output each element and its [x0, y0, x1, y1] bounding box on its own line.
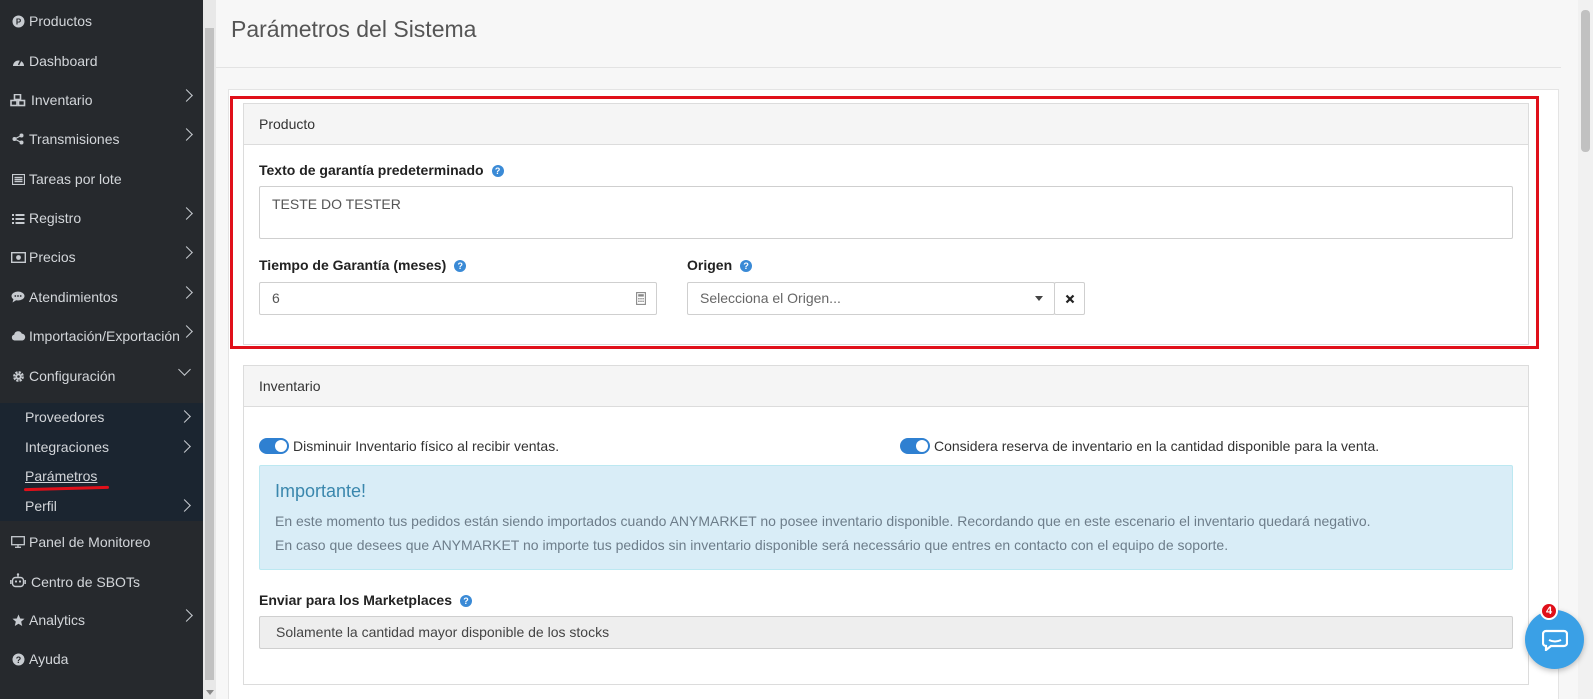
sidebar-item-label: Centro de SBOTs	[31, 574, 140, 590]
sidebar-item-precios[interactable]: Precios	[0, 242, 203, 272]
chevron-right-icon	[180, 89, 193, 102]
red-highlight-annotation	[230, 96, 1539, 349]
sidebar-item-configuracion[interactable]: Configuración	[0, 361, 203, 391]
panel-heading: Inventario	[244, 366, 1528, 407]
submenu-item-integraciones[interactable]: Integraciones	[0, 433, 203, 461]
sidebar: P Productos Dashboard Inventario Transmi…	[0, 0, 203, 699]
sidebar-item-label: Inventario	[31, 92, 93, 108]
money-icon	[10, 251, 26, 263]
toggle-disminuir-inventario[interactable]	[259, 438, 289, 454]
chevron-right-icon	[180, 609, 193, 622]
gear-icon	[10, 370, 26, 383]
sidebar-item-label: Precios	[29, 249, 76, 265]
sidebar-item-label: Productos	[29, 13, 93, 29]
sidebar-item-ayuda[interactable]: ? Ayuda	[0, 644, 203, 674]
sidebar-item-analytics[interactable]: Analytics	[0, 605, 203, 635]
sidebar-item-tareas-por-lote[interactable]: Tareas por lote	[0, 164, 203, 194]
svg-text:?: ?	[15, 655, 21, 665]
star-icon	[10, 614, 26, 627]
toggle-considera-reserva[interactable]	[900, 438, 930, 454]
sidebar-item-label: Tareas por lote	[29, 171, 122, 187]
chevron-right-icon	[178, 440, 191, 453]
alert-text: En caso que desees que ANYMARKET no impo…	[275, 537, 1229, 553]
page-scrollbar[interactable]	[1578, 0, 1593, 699]
sidebar-item-panel-de-monitoreo[interactable]: Panel de Monitoreo	[0, 527, 203, 557]
submenu-item-proveedores[interactable]: Proveedores	[0, 403, 203, 431]
sidebar-item-transmisiones[interactable]: Transmisiones	[0, 124, 203, 154]
alert-text: En este momento tus pedidos están siendo…	[275, 513, 1371, 529]
configuracion-submenu: Proveedores Integraciones Parámetros Per…	[0, 403, 203, 521]
tasks-icon	[10, 173, 26, 185]
alert-title: Importante!	[275, 481, 367, 501]
submenu-item-label: Perfil	[25, 498, 57, 514]
list-icon	[10, 213, 26, 224]
marketplaces-select[interactable]: Solamente la cantidad mayor disponible d…	[259, 616, 1513, 649]
sidebar-item-label: Atendimientos	[29, 289, 118, 305]
svg-text:P: P	[15, 17, 21, 26]
chat-icon	[1541, 629, 1568, 651]
chevron-right-icon	[178, 499, 191, 512]
info-alert: Importante! En este momento tus pedidos …	[259, 465, 1513, 570]
sidebar-item-label: Dashboard	[29, 53, 98, 69]
divider	[216, 67, 1561, 68]
sidebar-item-label: Importación/Exportación	[29, 328, 180, 344]
sidebar-item-label: Registro	[29, 210, 82, 226]
sidebar-scrollbar[interactable]	[203, 0, 216, 699]
marketplaces-value: Solamente la cantidad mayor disponible d…	[276, 624, 610, 640]
chevron-right-icon	[180, 246, 193, 259]
help-icon[interactable]: ?	[460, 595, 472, 608]
scroll-down-arrow-icon[interactable]	[206, 690, 214, 695]
submenu-item-label: Parámetros	[25, 468, 98, 484]
sidebar-item-dashboard[interactable]: Dashboard	[0, 46, 203, 76]
scrollbar-thumb[interactable]	[1581, 10, 1590, 152]
submenu-item-perfil[interactable]: Perfil	[0, 492, 203, 520]
page-title: Parámetros del Sistema	[231, 16, 477, 42]
toggle-label: Disminuir Inventario físico al recibir v…	[293, 438, 560, 454]
sidebar-item-inventario[interactable]: Inventario	[0, 85, 203, 115]
notification-badge: 4	[1540, 602, 1558, 620]
sidebar-item-label: Ayuda	[29, 651, 69, 667]
chevron-right-icon	[178, 410, 191, 423]
sidebar-item-label: Transmisiones	[29, 131, 120, 147]
chat-button[interactable]	[1525, 610, 1584, 669]
chevron-right-icon	[180, 207, 193, 220]
sidebar-item-importacion-exportacion[interactable]: Importación/Exportación	[0, 321, 203, 351]
sidebar-item-label: Panel de Monitoreo	[29, 534, 151, 550]
submenu-item-label: Proveedores	[25, 409, 105, 425]
sidebar-item-label: Configuración	[29, 368, 116, 384]
sidebar-item-label: Analytics	[29, 612, 86, 628]
cubes-icon	[10, 93, 26, 107]
sidebar-item-productos[interactable]: P Productos	[0, 6, 203, 36]
robot-icon	[10, 573, 26, 591]
sidebar-item-centro-de-sbots[interactable]: Centro de SBOTs	[0, 563, 203, 601]
marketplaces-label: Enviar para los Marketplaces	[259, 592, 452, 608]
dashboard-icon	[10, 56, 26, 67]
toggle-label: Considera reserva de inventario en la ca…	[934, 438, 1380, 454]
share-icon	[10, 133, 26, 145]
inventario-panel: Inventario Disminuir Inventario físico a…	[243, 365, 1529, 685]
chevron-right-icon	[180, 286, 193, 299]
p-circle-icon: P	[10, 15, 26, 28]
scrollbar-thumb[interactable]	[205, 28, 214, 680]
submenu-item-label: Integraciones	[25, 439, 110, 455]
sidebar-item-atendimientos[interactable]: Atendimientos	[0, 282, 203, 312]
field-label: Enviar para los Marketplaces?	[259, 592, 472, 608]
comment-icon	[10, 291, 26, 303]
question-icon: ?	[10, 653, 26, 666]
chevron-right-icon	[180, 128, 193, 141]
sidebar-item-registro[interactable]: Registro	[0, 203, 203, 233]
monitor-icon	[10, 536, 26, 548]
chevron-down-icon	[178, 363, 191, 376]
chevron-right-icon	[180, 325, 193, 338]
cloud-icon	[10, 331, 26, 341]
